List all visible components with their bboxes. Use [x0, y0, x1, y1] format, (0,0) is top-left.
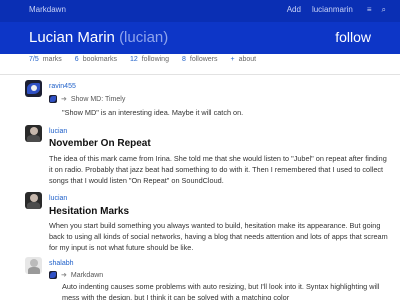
username-link[interactable]: lucian — [49, 128, 67, 135]
source-title: Markdawn — [70, 271, 104, 279]
avatar[interactable] — [25, 257, 42, 274]
avatar[interactable] — [25, 80, 42, 97]
source-link[interactable]: ➜ Markdawn — [49, 271, 103, 279]
source-title: Show MD: Timely — [70, 95, 126, 103]
stat-following[interactable]: 12 following — [130, 56, 169, 66]
profile-header: Lucian Marin (lucian) follow — [0, 22, 400, 54]
profile-name: Lucian Marin (lucian) — [29, 29, 168, 46]
brand-link[interactable]: Markdawn — [29, 5, 66, 14]
username-link[interactable]: shalabh — [49, 260, 74, 267]
entry-body: When you start build something you alway… — [49, 221, 388, 252]
avatar[interactable] — [25, 125, 42, 142]
top-navigation-bar: Markdawn Add lucianmarin ≡ ⌕ — [0, 0, 400, 22]
username-link[interactable]: lucian — [49, 195, 67, 202]
arrow-icon: ➜ — [61, 272, 67, 279]
stat-about[interactable]: + about — [231, 56, 257, 66]
entry-body: Auto indenting causes some problems with… — [62, 282, 380, 300]
menu-icon[interactable]: ≡ — [367, 5, 372, 15]
stat-followers[interactable]: 8 followers — [182, 56, 218, 66]
stat-marks[interactable]: 7/5 marks — [29, 56, 62, 66]
username-link[interactable]: ravin455 — [49, 83, 76, 90]
profile-handle: (lucian) — [119, 29, 169, 46]
entry-body: The idea of this mark came from Irina. S… — [49, 154, 387, 185]
follow-button[interactable]: follow — [335, 29, 371, 45]
stat-bookmarks[interactable]: 6 bookmarks — [75, 56, 117, 66]
source-avatar — [49, 95, 57, 103]
source-avatar — [49, 271, 57, 279]
plus-icon: + — [230, 56, 235, 63]
avatar[interactable] — [25, 192, 42, 209]
current-user-link[interactable]: lucianmarin — [312, 5, 353, 15]
divider — [0, 74, 400, 75]
source-link[interactable]: ➜ Show MD: Timely — [49, 95, 125, 103]
entry-title[interactable]: November On Repeat — [49, 138, 151, 149]
profile-stats: 7/5 marks 6 bookmarks 12 following 8 followe… — [29, 56, 269, 66]
entry-title[interactable]: Hesitation Marks — [49, 206, 129, 217]
arrow-icon: ➜ — [61, 96, 67, 103]
nav-links: Add lucianmarin ≡ ⌕ — [287, 5, 386, 15]
entry-body: "Show MD" is an interesting idea. Maybe … — [62, 108, 244, 117]
profile-full-name: Lucian Marin — [29, 29, 115, 46]
search-icon[interactable]: ⌕ — [382, 5, 386, 15]
add-link[interactable]: Add — [287, 5, 301, 15]
